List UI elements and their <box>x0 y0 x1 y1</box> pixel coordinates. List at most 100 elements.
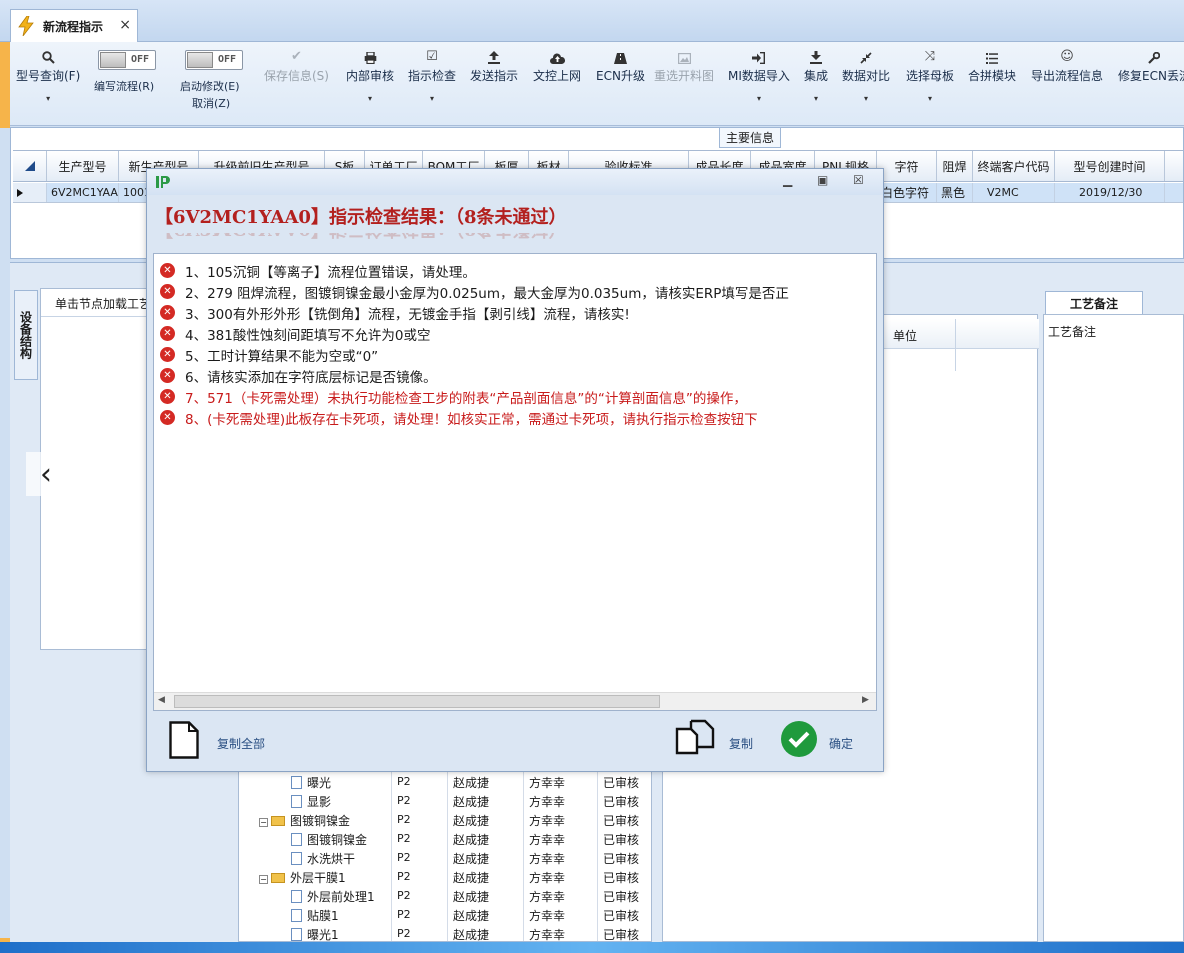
collapse-icon[interactable]: − <box>259 875 268 884</box>
copy-icon[interactable] <box>675 719 717 757</box>
tree-node[interactable]: 贴膜1 <box>291 907 339 924</box>
table-cell[interactable]: 6V2MC1YAA0 <box>47 183 119 202</box>
column-header[interactable]: 阻焊 <box>937 151 973 181</box>
result-item[interactable]: ✕ 5、工时计算结果不能为空或“0” <box>160 344 378 365</box>
scroll-right-icon[interactable]: ▶ <box>862 695 869 705</box>
tree-row[interactable]: 外层前处理1 P2 赵成捷 方幸幸 已审核 <box>239 886 639 905</box>
result-item[interactable]: ✕ 4、381酸性蚀刻间距填写不允许为0或空 <box>160 323 430 344</box>
restore-icon[interactable]: ▣ <box>817 173 828 187</box>
close-icon[interactable]: × <box>119 17 131 33</box>
tree-node[interactable]: 外层前处理1 <box>291 888 375 905</box>
column-header[interactable]: 终端客户代码 <box>973 151 1055 181</box>
scroll-left-icon[interactable]: ◀ <box>158 695 165 705</box>
tree-cell: 赵成捷 <box>453 928 490 942</box>
result-item[interactable]: ✕ 8、(卡死需处理)此板存在卡死项，请处理！如核实正常，需通过卡死项，请执行指示… <box>160 407 758 428</box>
column-header[interactable]: 字符 <box>877 151 937 181</box>
tree-row[interactable]: 曝光 P2 赵成捷 方幸幸 已审核 <box>239 772 639 791</box>
cancel-button[interactable]: 取消(Z) <box>192 95 230 111</box>
row-selector[interactable] <box>13 183 47 202</box>
result-item[interactable]: ✕ 3、300有外形外形【铣倒角】流程，无镀金手指【剥引线】流程，请核实! <box>160 302 630 323</box>
upload-icon <box>488 42 500 64</box>
check-result-dialog: ▁ ▣ ☒ 【6V2MC1YAA0】指示检查结果：（8条未通过） 【6V2MC1… <box>146 168 884 772</box>
integrate-button[interactable]: 集成 ▾ <box>804 42 828 126</box>
doc-upload-button[interactable]: 文控上网 <box>533 42 581 126</box>
tree-node[interactable]: − 图镀铜镍金 <box>259 812 350 829</box>
table-cell[interactable]: 2019/12/30 <box>1055 183 1165 202</box>
repair-ecn-button[interactable]: 修复ECN丢流 <box>1118 42 1184 126</box>
file-icon[interactable] <box>169 721 199 759</box>
tree-node[interactable]: 水洗烘干 <box>291 850 355 867</box>
column-header[interactable]: 生产型号 <box>47 151 119 181</box>
chevron-down-icon: ▾ <box>368 94 373 103</box>
table-cell[interactable]: 白色字符 <box>877 183 937 202</box>
chevron-left-icon[interactable]: ‹ <box>26 452 66 496</box>
ok-button[interactable]: 确定 <box>829 735 853 752</box>
merge-module-button[interactable]: 合拼模块 <box>968 42 1016 126</box>
send-instruction-button[interactable]: 发送指示 <box>470 42 518 126</box>
close-icon[interactable]: ☒ <box>853 173 864 187</box>
start-modify-label: 启动修改(E) <box>180 80 240 93</box>
start-modify-toggle[interactable]: OFF <box>185 50 243 70</box>
wrench-icon <box>1148 42 1161 64</box>
tree-node-label: 水洗烘干 <box>307 852 356 866</box>
tab-process-notes[interactable]: 工艺备注 <box>1045 291 1143 314</box>
compress-icon <box>860 42 872 64</box>
tree-row[interactable]: − 图镀铜镍金 P2 赵成捷 方幸幸 已审核 <box>239 810 639 829</box>
ecn-upgrade-button[interactable]: ECN升级 <box>596 42 645 126</box>
tree-node[interactable]: 显影 <box>291 793 331 810</box>
copy-all-button[interactable]: 复制全部 <box>217 735 265 752</box>
collapse-icon[interactable]: − <box>259 818 268 827</box>
tree-row[interactable]: 水洗烘干 P2 赵成捷 方幸幸 已审核 <box>239 848 639 867</box>
result-item[interactable]: ✕ 2、279 阻焊流程，图镀铜镍金最小金厚为0.025um，最大金厚为0.035… <box>160 281 789 302</box>
tree-node[interactable]: − 外层干膜1 <box>259 869 346 886</box>
save-info-button[interactable]: ✔ 保存信息(S) <box>264 42 329 126</box>
taskbar <box>0 942 1184 953</box>
tree-cell: 已审核 <box>603 928 640 942</box>
checkmark-icon[interactable] <box>781 721 817 757</box>
tab-new-flow-instruction[interactable]: 新流程指示 × <box>10 9 138 42</box>
tree-cell: 已审核 <box>603 814 640 828</box>
select-motherboard-button[interactable]: ⤨ 选择母板 ▾ <box>906 42 954 126</box>
export-flow-button[interactable]: ☺ 导出流程信息 <box>1031 42 1103 126</box>
tab-strip: 新流程指示 × <box>0 0 1184 42</box>
tree-node[interactable]: 图镀铜镍金 <box>291 831 367 848</box>
sign-in-icon <box>752 42 766 64</box>
tree-node[interactable]: 曝光 <box>291 774 331 791</box>
result-item[interactable]: ✕ 7、571（卡死需处理）未执行功能检查工步的附表“产品剖面信息”的“计算剖面信… <box>160 386 747 407</box>
image-icon <box>677 42 691 64</box>
left-rail <box>0 42 10 942</box>
instruction-check-button[interactable]: ☑ 指示检查 ▾ <box>408 42 456 126</box>
tree-row[interactable]: 显影 P2 赵成捷 方幸幸 已审核 <box>239 791 639 810</box>
tree-cell: 方幸幸 <box>529 814 566 828</box>
data-compare-button[interactable]: 数据对比 ▾ <box>842 42 890 126</box>
tree-row[interactable]: 贴膜1 P2 赵成捷 方幸幸 已审核 <box>239 905 639 924</box>
column-header[interactable]: 型号创建时间 <box>1055 151 1165 181</box>
result-text: 2、279 阻焊流程，图镀铜镍金最小金厚为0.025um，最大金厚为0.035u… <box>185 285 789 302</box>
tree-cell: 方幸幸 <box>529 776 566 790</box>
result-item[interactable]: ✕ 1、105沉铜【等离子】流程位置错误，请处理。 <box>160 260 476 281</box>
tree-cell: 已审核 <box>603 776 640 790</box>
table-cell[interactable]: 黑色 <box>937 183 973 202</box>
result-list[interactable]: ✕ 1、105沉铜【等离子】流程位置错误，请处理。 ✕ 2、279 阻焊流程，图镀铜镍… <box>153 253 877 711</box>
dialog-titlebar: ▁ ▣ ☒ <box>147 169 883 195</box>
title-reflection: 【6V2MC1YAA0】指示检查结果：（8条未通过） <box>155 233 566 243</box>
table-cell[interactable]: V2MC <box>973 183 1055 202</box>
reselect-chart-button[interactable]: 重选开料图 <box>654 42 714 126</box>
mi-import-button[interactable]: MI数据导入 ▾ <box>728 42 790 126</box>
scroll-thumb[interactable] <box>174 695 660 708</box>
result-text: 6、请核实添加在字符底层标记是否镜像。 <box>185 369 437 386</box>
internal-review-button[interactable]: 内部审核 ▾ <box>346 42 394 126</box>
tree-row[interactable]: − 外层干膜1 P2 赵成捷 方幸幸 已审核 <box>239 867 639 886</box>
tree-row[interactable]: 曝光1 P2 赵成捷 方幸幸 已审核 <box>239 924 640 942</box>
query-button[interactable]: 型号查询(F) ▾ <box>16 42 80 126</box>
chevron-down-icon: ▾ <box>756 94 761 103</box>
edit-flow-toggle[interactable]: OFF <box>98 50 156 70</box>
tab-device-structure[interactable]: 设备结构 <box>14 290 38 380</box>
copy-button[interactable]: 复制 <box>729 735 753 752</box>
horizontal-scrollbar[interactable]: ◀ ▶ <box>154 692 876 710</box>
minimize-icon[interactable]: ▁ <box>783 173 792 187</box>
tree-row[interactable]: 图镀铜镍金 P2 赵成捷 方幸幸 已审核 <box>239 829 639 848</box>
result-item[interactable]: ✕ 6、请核实添加在字符底层标记是否镜像。 <box>160 365 437 386</box>
tree-node[interactable]: 曝光1 <box>291 926 339 941</box>
file-icon <box>291 928 302 941</box>
